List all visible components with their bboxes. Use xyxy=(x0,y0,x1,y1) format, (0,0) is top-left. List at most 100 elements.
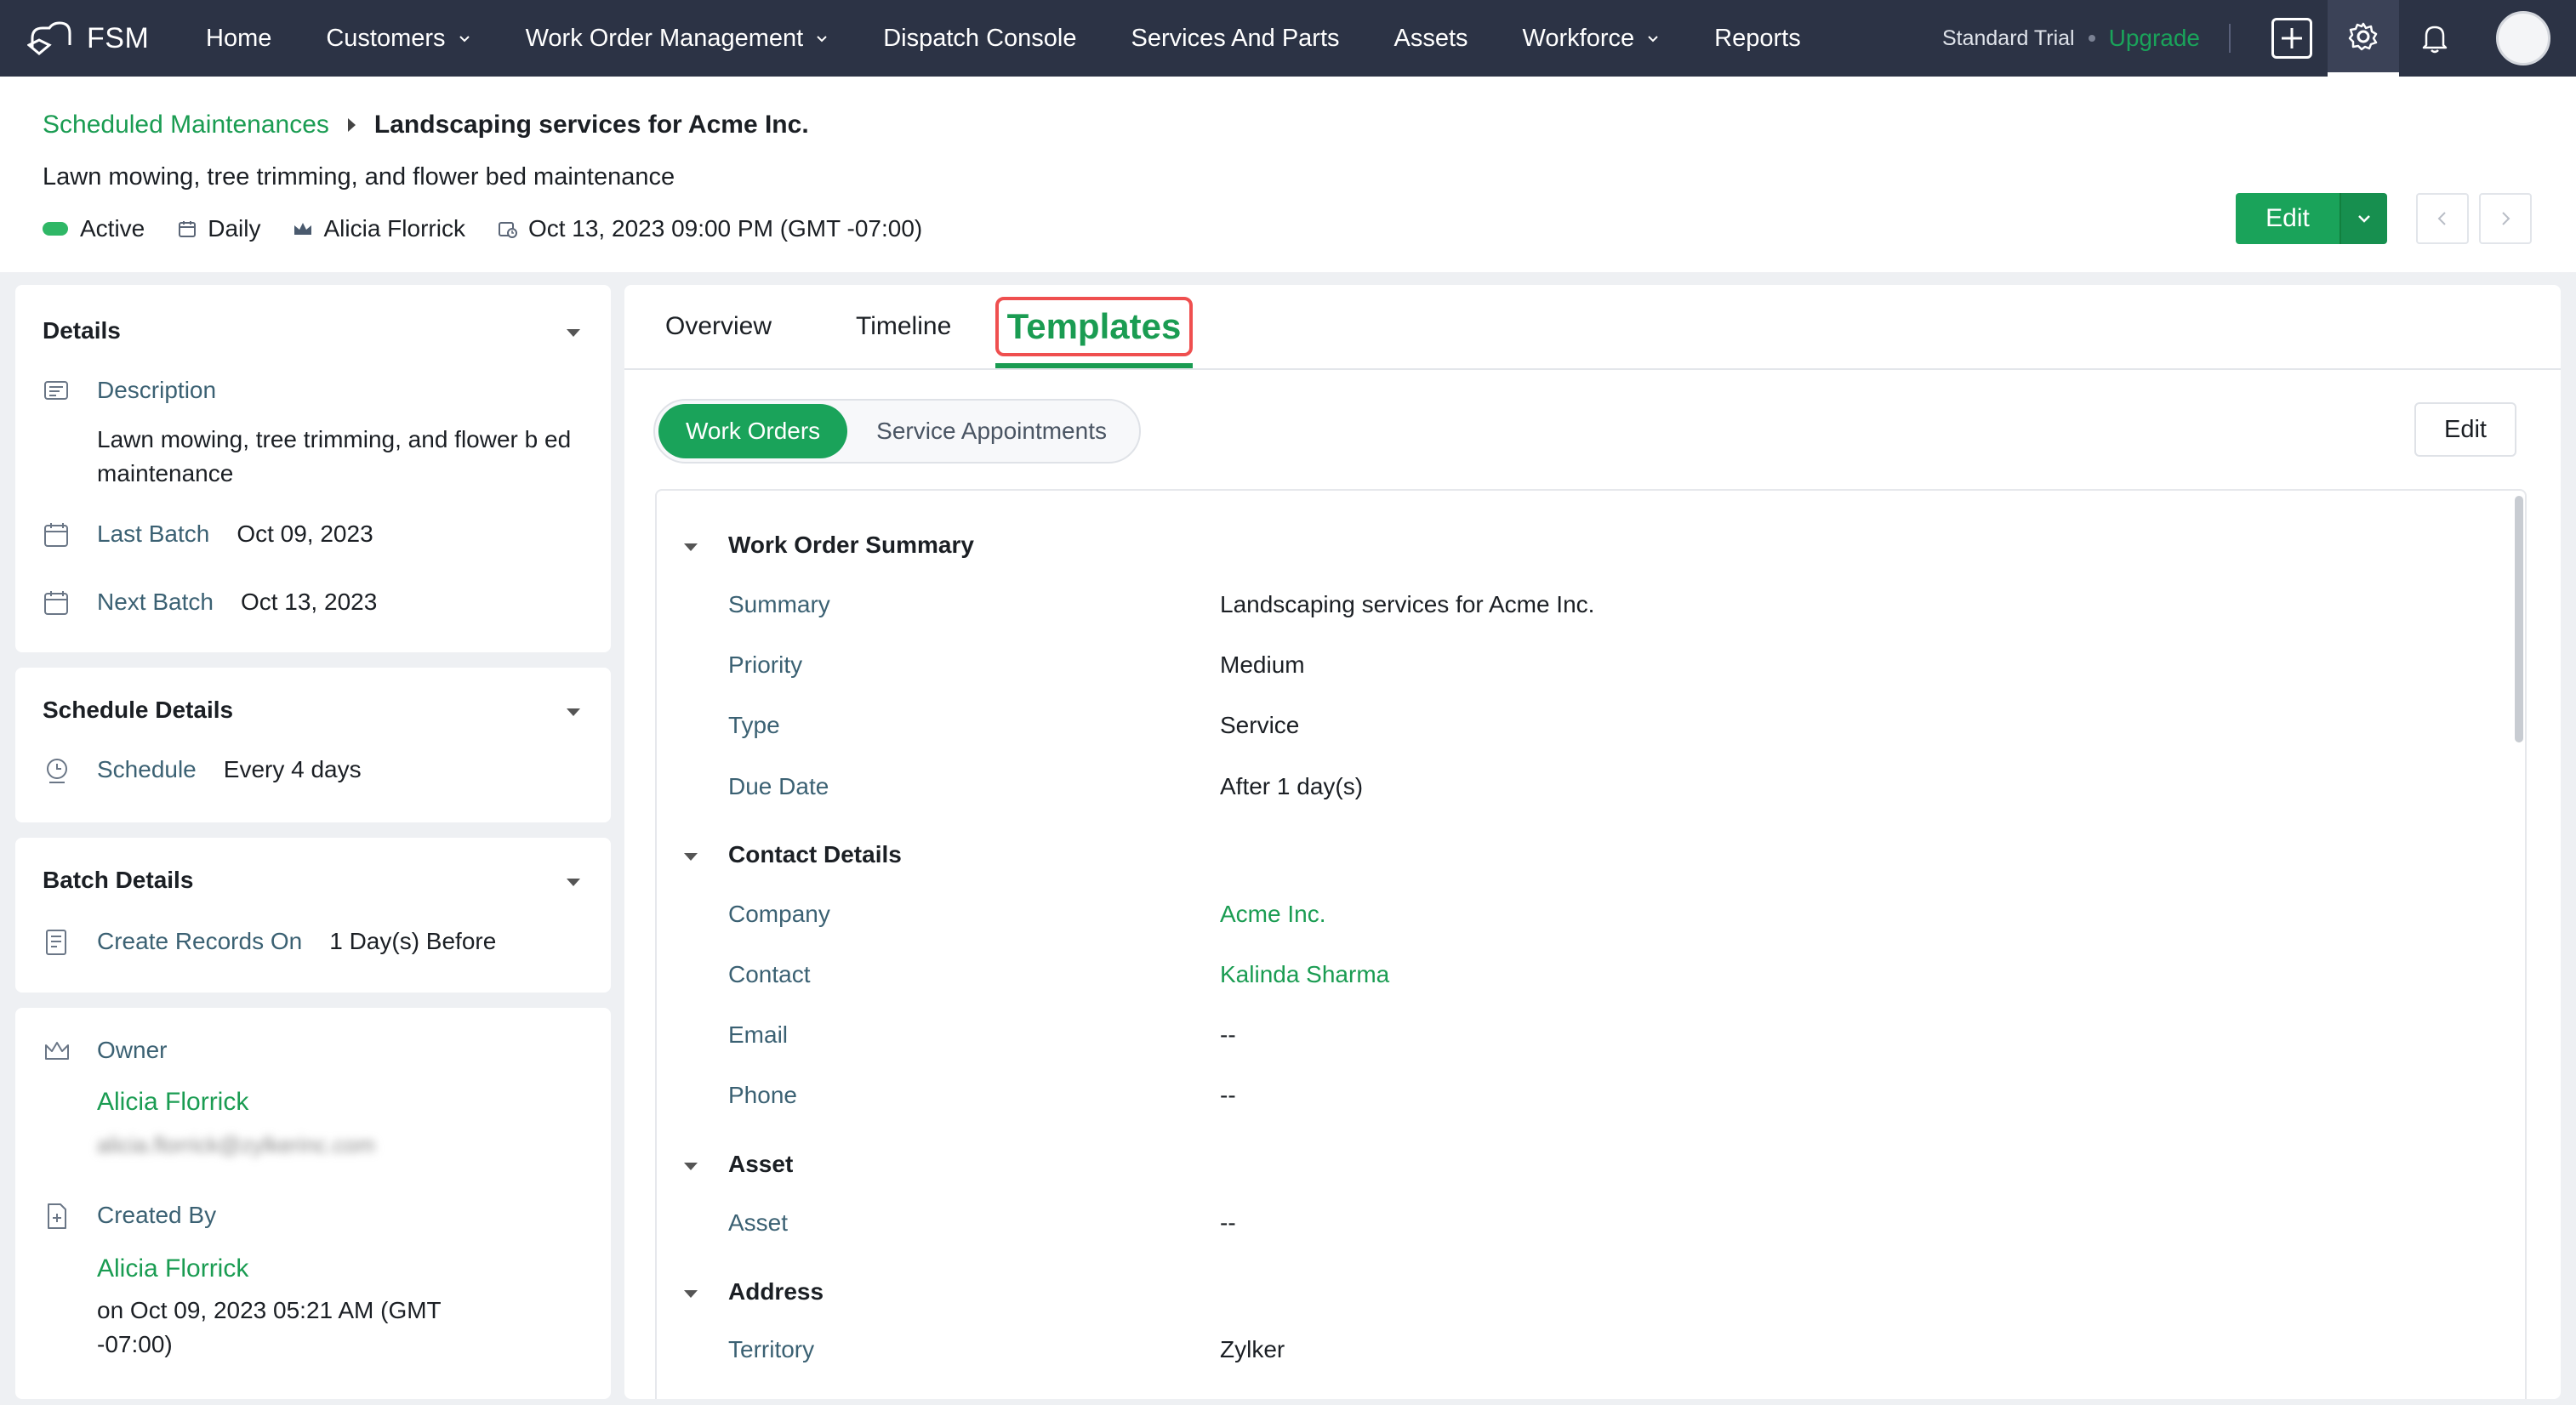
nav-reports[interactable]: Reports xyxy=(1714,25,1801,53)
contact-label: Contact xyxy=(728,961,811,987)
chevron-left-icon xyxy=(2437,212,2446,225)
settings-button[interactable] xyxy=(2328,0,2399,77)
created-by-name-link[interactable]: Alicia Florrick xyxy=(97,1254,248,1283)
nav-home-label: Home xyxy=(206,24,272,52)
upgrade-link[interactable]: Upgrade xyxy=(2109,25,2200,52)
contact-link[interactable]: Kalinda Sharma xyxy=(1220,961,1389,988)
record-meta: Active Daily Alicia Florrick Oct 13, 202… xyxy=(43,215,955,242)
edit-split-button: Edit xyxy=(2236,193,2387,244)
nav-work-order-label: Work Order Management xyxy=(525,24,804,52)
batch-details-card: Batch Details Create Records On 1 Day(s)… xyxy=(15,838,611,993)
document-add-icon xyxy=(48,1203,66,1229)
add-button[interactable] xyxy=(2256,0,2328,77)
nav-assets[interactable]: Assets xyxy=(1394,25,1468,53)
description-value: Lawn mowing, tree trimming, and flower b… xyxy=(97,426,572,486)
summary-value: Landscaping services for Acme Inc. xyxy=(1220,591,1595,617)
territory-label: Territory xyxy=(728,1336,815,1362)
nav-services-and-parts[interactable]: Services And Parts xyxy=(1131,25,1340,53)
nav-services-label: Services And Parts xyxy=(1131,24,1340,52)
section-address: Address xyxy=(728,1278,824,1305)
edit-button[interactable]: Edit xyxy=(2236,193,2339,244)
last-batch-label: Last Batch xyxy=(97,520,210,547)
collapse-caret-icon[interactable] xyxy=(684,543,698,551)
nav-reports-label: Reports xyxy=(1714,24,1801,52)
brand-logo[interactable]: FSM xyxy=(27,20,180,57)
owner-label: Owner xyxy=(97,1037,168,1063)
chevron-down-icon xyxy=(459,36,470,43)
nav-customers[interactable]: Customers xyxy=(326,25,470,53)
owner-text: Alicia Florrick xyxy=(323,215,465,242)
section-work-order-summary: Work Order Summary xyxy=(728,532,974,558)
next-record-button[interactable] xyxy=(2479,193,2532,244)
next-batch-value: Oct 13, 2023 xyxy=(240,589,378,615)
schedule-field: Schedule Every 4 days xyxy=(43,756,362,785)
tab-timeline[interactable]: Timeline xyxy=(856,312,951,341)
nav-workforce[interactable]: Workforce xyxy=(1523,25,1661,53)
separator-dot xyxy=(2088,35,2095,42)
collapse-caret-icon[interactable] xyxy=(567,879,580,886)
breadcrumb-parent-link[interactable]: Scheduled Maintenances xyxy=(43,111,329,139)
top-navbar: FSM Home Customers Work Order Management… xyxy=(0,0,2576,77)
calendar-clock-icon xyxy=(498,222,517,238)
template-edit-button[interactable]: Edit xyxy=(2414,402,2516,457)
divider xyxy=(2229,24,2231,53)
next-batch-field: Next Batch Oct 13, 2023 xyxy=(43,589,377,617)
phone-label: Phone xyxy=(728,1082,797,1108)
template-content: Work Order Summary Summary Landscaping s… xyxy=(655,489,2527,1399)
last-batch-field: Last Batch Oct 09, 2023 xyxy=(43,520,373,549)
priority-value: Medium xyxy=(1220,651,1305,678)
scrollbar-thumb[interactable] xyxy=(2515,496,2523,742)
clock-icon xyxy=(47,759,67,783)
phone-value: -- xyxy=(1220,1082,1236,1108)
page-subtitle: Lawn mowing, tree trimming, and flower b… xyxy=(43,163,675,191)
owner-email: alicia.florrick@zylkerinc.com xyxy=(97,1132,375,1158)
territory-value: Zylker xyxy=(1220,1336,1285,1362)
active-tab-indicator xyxy=(995,363,1193,368)
calendar-icon xyxy=(44,591,68,615)
create-records-value: 1 Day(s) Before xyxy=(329,928,497,954)
tab-templates[interactable]: Templates xyxy=(995,297,1193,356)
datetime-text: Oct 13, 2023 09:00 PM (GMT -07:00) xyxy=(527,215,923,242)
brand-name: FSM xyxy=(87,21,150,54)
record-tabs: Overview Timeline Templates xyxy=(624,285,2561,370)
collapse-caret-icon[interactable] xyxy=(684,853,698,861)
created-on-line1: on Oct 09, 2023 05:21 AM (GMT xyxy=(97,1297,442,1323)
record-header: Scheduled Maintenances Landscaping servi… xyxy=(0,77,2576,272)
frequency-text: Daily xyxy=(208,215,261,242)
company-link[interactable]: Acme Inc. xyxy=(1220,901,1325,928)
section-asset: Asset xyxy=(728,1151,794,1177)
segment-work-orders[interactable]: Work Orders xyxy=(658,404,848,458)
status-badge: Active xyxy=(43,215,145,242)
nav-dispatch-console[interactable]: Dispatch Console xyxy=(883,25,1076,53)
notifications-button[interactable] xyxy=(2399,0,2471,77)
details-card: Details Description Lawn mowing, tree tr… xyxy=(15,285,611,652)
avatar[interactable] xyxy=(2496,11,2550,65)
tab-overview[interactable]: Overview xyxy=(665,312,772,341)
previous-record-button[interactable] xyxy=(2416,193,2469,244)
nav-dispatch-label: Dispatch Console xyxy=(883,24,1077,52)
frequency-info: Daily xyxy=(177,215,260,242)
nav-work-order-management[interactable]: Work Order Management xyxy=(526,25,829,53)
calendar-icon xyxy=(179,221,197,237)
type-value: Service xyxy=(1220,712,1300,738)
collapse-caret-icon[interactable] xyxy=(684,1290,698,1298)
nav-customers-label: Customers xyxy=(326,24,446,52)
edit-dropdown-button[interactable] xyxy=(2339,193,2387,244)
email-label: Email xyxy=(728,1021,789,1048)
chevron-down-icon xyxy=(2358,215,2370,223)
page-title: Landscaping services for Acme Inc. xyxy=(373,111,809,139)
calendar-icon xyxy=(44,523,68,547)
collapse-caret-icon[interactable] xyxy=(684,1163,698,1170)
segment-service-appointments[interactable]: Service Appointments xyxy=(847,418,1136,445)
breadcrumb: Scheduled Maintenances Landscaping servi… xyxy=(43,111,809,139)
section-contact-details: Contact Details xyxy=(728,841,902,867)
schedule-value: Every 4 days xyxy=(223,756,362,782)
collapse-caret-icon[interactable] xyxy=(567,329,580,337)
owner-name-link[interactable]: Alicia Florrick xyxy=(97,1088,248,1117)
nav-home[interactable]: Home xyxy=(206,25,271,53)
created-by-field: Created By xyxy=(43,1202,243,1231)
create-records-field: Create Records On 1 Day(s) Before xyxy=(43,928,496,957)
priority-label: Priority xyxy=(728,651,803,678)
top-right-tools: Standard Trial Upgrade xyxy=(1942,0,2576,77)
collapse-caret-icon[interactable] xyxy=(567,708,580,716)
